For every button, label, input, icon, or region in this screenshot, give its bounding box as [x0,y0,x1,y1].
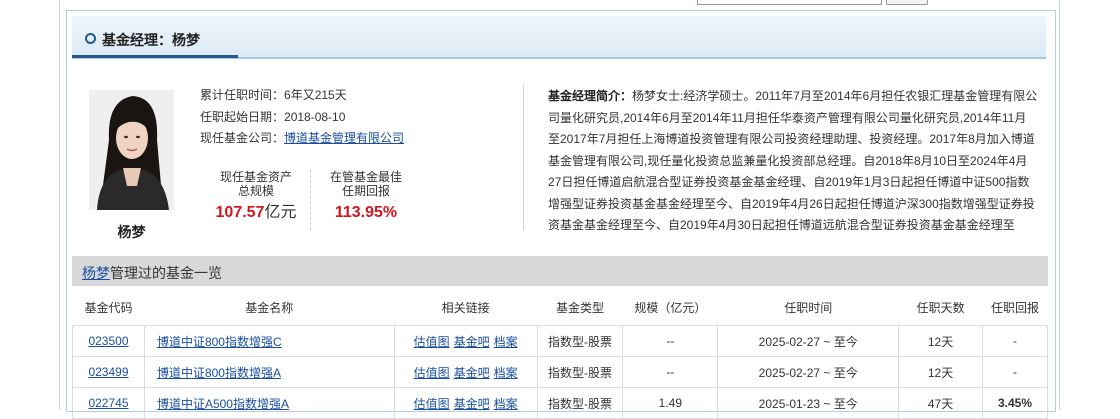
assets-unit: 亿元 [264,204,297,221]
company-label: 现任基金公司： [200,131,285,145]
fund-code-link[interactable]: 023500 [88,334,128,348]
start-date-row: 任职起始日期：2018-08-10 [200,110,345,124]
start-date-label: 任职起始日期： [200,110,285,124]
fund-type: 指数型-股票 [536,325,624,357]
fund-code-link[interactable]: 022745 [88,396,128,410]
tenure-return: 3.45% [982,387,1048,419]
col-header-type: 基金类型 [537,289,623,326]
company-row: 现任基金公司：博道基金管理有限公司 [200,131,404,145]
tenure-period: 2025-02-27 ~ 至今 [717,325,900,357]
col-header-name: 基金名称 [144,289,395,326]
valuation-chart-link[interactable]: 估值图 [414,397,450,411]
col-header-period: 任职时间 [717,289,899,326]
table-row: 023499 博道中证800指数增强A 估值图 基金吧 档案 指数型-股票 -- 2… [72,356,1048,388]
valuation-chart-link[interactable]: 估值图 [414,366,450,380]
fund-code-link[interactable]: 023499 [88,365,128,379]
tenure-row: 累计任职时间：6年又215天 [200,88,347,102]
top-search-input[interactable] [697,0,882,5]
section-title: 基金经理：杨梦 [102,32,200,48]
col-header-days: 任职天数 [898,289,983,326]
manager-bio: 基金经理简介：杨梦女士:经济学硕士。2011年7月至2014年6月担任农银汇理基… [548,86,1038,234]
stat-divider [310,170,311,230]
fund-scale: -- [622,325,719,357]
fund-type: 指数型-股票 [536,356,624,388]
fund-name-link[interactable]: 博道中证800指数增强C [157,335,282,349]
fund-profile-link[interactable]: 档案 [494,397,518,411]
start-date-value: 2018-08-10 [284,110,346,124]
vertical-divider [523,85,524,230]
table-header-row: 基金代码 基金名称 相关链接 基金类型 规模（亿元） 任职时间 任职天数 任职回… [72,289,1048,326]
fund-forum-link[interactable]: 基金吧 [454,397,490,411]
fund-profile-link[interactable]: 档案 [494,366,518,380]
circle-bullet-icon [85,33,96,44]
tenure-days: 12天 [898,325,984,357]
fund-forum-link[interactable]: 基金吧 [454,366,490,380]
col-header-links: 相关链接 [394,289,537,326]
assets-value: 107.57 [215,204,265,221]
tenure-days: 12天 [898,356,984,388]
fund-forum-link[interactable]: 基金吧 [454,335,490,349]
table-row: 023500 博道中证800指数增强C 估值图 基金吧 档案 指数型-股票 -- 2… [72,325,1048,357]
manager-name-link[interactable]: 杨梦 [82,265,110,281]
best-return-value: 113.95% [334,204,398,221]
fund-scale: 1.49 [622,387,719,419]
col-header-return: 任职回报 [982,289,1048,326]
col-header-scale: 规模（亿元） [622,289,718,326]
assets-label-line2: 总规模 [237,184,274,198]
valuation-chart-link[interactable]: 估值图 [414,335,450,349]
manager-photo [89,90,174,210]
tenure-value: 6年又215天 [284,88,347,102]
best-return-stat: 在管基金最佳 任期回报 113.95% [322,170,410,222]
fund-list-title: 杨梦管理过的基金一览 [82,263,222,283]
best-label-line2: 任期回报 [341,184,390,198]
fund-type: 指数型-股票 [536,387,624,419]
header-underline [72,55,238,58]
bio-label: 基金经理简介： [548,89,633,103]
fund-name-link[interactable]: 博道中证800指数增强A [157,366,281,380]
company-link[interactable]: 博道基金管理有限公司 [284,131,404,145]
tenure-return: - [982,356,1048,388]
assets-label-line1: 现任基金资产 [219,170,292,184]
fund-profile-link[interactable]: 档案 [494,335,518,349]
fund-list-title-text: 管理过的基金一览 [110,265,222,281]
tenure-period: 2025-01-23 ~ 至今 [717,387,900,419]
bio-text: 杨梦女士:经济学硕士。2011年7月至2014年6月担任农银汇理基金管理有限公司… [548,89,1038,232]
table-row: 022745 博道中证A500指数增强A 估值图 基金吧 档案 指数型-股票 1.4… [72,387,1048,419]
best-label-line1: 在管基金最佳 [329,170,402,184]
assets-number: 107.57亿元 [212,204,300,222]
col-header-code: 基金代码 [72,289,145,326]
fund-scale: -- [622,356,719,388]
assets-stat: 现任基金资产 总规模 107.57亿元 [212,170,300,222]
section-header [72,16,1046,59]
tenure-period: 2025-02-27 ~ 至今 [717,356,900,388]
top-search-button[interactable] [886,0,928,5]
manager-name: 杨梦 [117,224,146,240]
tenure-return: - [982,325,1048,357]
tenure-days: 47天 [898,387,984,419]
tenure-label: 累计任职时间： [200,88,285,102]
fund-name-link[interactable]: 博道中证A500指数增强A [157,397,289,411]
